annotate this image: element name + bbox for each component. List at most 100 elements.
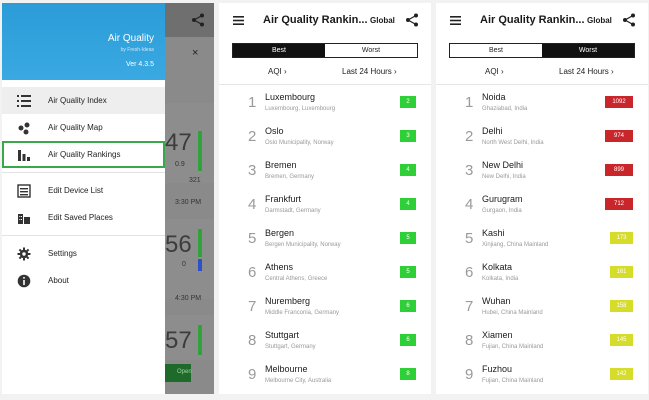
metric-selector[interactable]: AQI › <box>268 67 287 76</box>
region-name: Kolkata, India <box>482 276 519 282</box>
ranking-row[interactable]: 4 Frankfurt Darmstadt, Germany 4 <box>219 189 431 223</box>
region-name: Xinjiang, China Mainland <box>482 242 549 248</box>
region-name: Middle Franconia, Germany <box>265 310 340 316</box>
ranking-row[interactable]: 1 Noida Ghaziabad, India 1092 <box>436 87 648 121</box>
share-icon[interactable] <box>622 13 636 27</box>
period-selector[interactable]: Last 24 Hours › <box>342 67 397 76</box>
best-tab[interactable]: Best <box>233 44 325 57</box>
ranking-row[interactable]: 6 Athens Central Athens, Greece 5 <box>219 257 431 291</box>
ranking-row[interactable]: 7 Wuhan Hubei, China Mainland 158 <box>436 291 648 325</box>
worst-tab[interactable]: Worst <box>325 44 417 57</box>
scope-selector[interactable]: Global <box>587 16 612 25</box>
city-name: Noida <box>482 92 506 102</box>
ranking-row[interactable]: 9 Fuzhou Fujian, China Mainland 142 <box>436 359 648 393</box>
menu-item-label: Settings <box>48 249 77 258</box>
menu-item-edit-saved-places[interactable]: Edit Saved Places <box>2 204 165 231</box>
scope-selector[interactable]: Global <box>370 16 395 25</box>
menu-item-edit-device-list[interactable]: Edit Device List <box>2 177 165 204</box>
background-level-bar <box>198 131 202 171</box>
ranking-row[interactable]: 7 Nuremberg Middle Franconia, Germany 6 <box>219 291 431 325</box>
rank-number: 3 <box>248 162 257 179</box>
map-icon <box>18 122 30 135</box>
share-icon[interactable] <box>405 13 419 27</box>
ranking-row[interactable]: 3 New Delhi New Delhi, India 899 <box>436 155 648 189</box>
menu-item-label: Edit Device List <box>48 186 104 195</box>
list-icon <box>17 95 31 107</box>
rank-number: 5 <box>248 230 257 247</box>
menu-item-settings[interactable]: Settings <box>2 240 165 267</box>
menu-item-air-quality-index[interactable]: Air Quality Index <box>2 87 165 114</box>
city-name: Kolkata <box>482 262 513 272</box>
menu-item-label: Edit Saved Places <box>48 213 113 222</box>
city-name: Athens <box>265 262 294 272</box>
ranking-row[interactable]: 4 Gurugram Gurgaon, India 712 <box>436 189 648 223</box>
rank-number: 7 <box>465 298 474 315</box>
ranking-row[interactable]: 2 Delhi North West Delhi, India 974 <box>436 121 648 155</box>
background-value: 321 <box>189 177 201 184</box>
app-version: Ver 4.3.5 <box>125 61 154 68</box>
region-name: Bergen Municipality, Norway <box>265 242 341 248</box>
region-name: Hubei, China Mainland <box>482 310 543 316</box>
app-bar: Air Quality Rankin... Global <box>219 3 431 39</box>
menu-icon[interactable] <box>233 16 244 25</box>
rank-number: 4 <box>465 196 474 213</box>
best-worst-toggle: Best Worst <box>449 43 635 58</box>
menu-icon[interactable] <box>450 16 461 25</box>
bar-chart-icon <box>18 150 30 161</box>
aqi-badge: 173 <box>610 232 633 244</box>
buildings-icon <box>18 214 30 224</box>
aqi-badge: 161 <box>610 266 633 278</box>
aqi-badge: 6 <box>400 334 416 346</box>
chevron-right-icon: › <box>284 67 287 76</box>
ranking-row[interactable]: 5 Kashi Xinjiang, China Mainland 173 <box>436 223 648 257</box>
best-worst-toggle: Best Worst <box>232 43 418 58</box>
region-name: Fujian, China Mainland <box>482 378 544 384</box>
region-name: Fujian, China Mainland <box>482 344 544 350</box>
menu-item-air-quality-rankings[interactable]: Air Quality Rankings <box>2 141 165 168</box>
menu-item-label: Air Quality Rankings <box>48 150 121 159</box>
ranking-row[interactable]: 8 Stuttgart Stuttgart, Germany 6 <box>219 325 431 359</box>
menu-divider <box>2 172 165 173</box>
ranking-row[interactable]: 6 Kolkata Kolkata, India 161 <box>436 257 648 291</box>
region-name: New Delhi, India <box>482 174 526 180</box>
background-value: 47 <box>165 129 192 156</box>
city-name: Bremen <box>265 160 297 170</box>
ranking-row[interactable]: 2 Oslo Oslo Municipality, Norway 3 <box>219 121 431 155</box>
metric-selector[interactable]: AQI › <box>485 67 504 76</box>
rank-number: 1 <box>248 94 257 111</box>
app-subtitle: by Fresh-Ideas <box>120 47 154 53</box>
menu-divider <box>2 235 165 236</box>
filter-bar: AQI › Last 24 Hours › <box>219 65 431 81</box>
city-name: Nuremberg <box>265 296 311 306</box>
city-name: Gurugram <box>482 194 523 204</box>
ranking-row[interactable]: 5 Bergen Bergen Municipality, Norway 5 <box>219 223 431 257</box>
rank-number: 2 <box>248 128 257 145</box>
ranking-row[interactable]: 9 Melbourne Melbourne City, Australia 8 <box>219 359 431 393</box>
menu-item-air-quality-map[interactable]: Air Quality Map <box>2 114 165 141</box>
background-level-bar <box>198 325 202 355</box>
ranking-row[interactable]: 8 Xiamen Fujian, China Mainland 145 <box>436 325 648 359</box>
ranking-row[interactable]: 1 Luxembourg Luxembourg, Luxembourg 2 <box>219 87 431 121</box>
rank-number: 3 <box>465 162 474 179</box>
city-name: Luxembourg <box>265 92 316 102</box>
best-tab[interactable]: Best <box>450 44 542 57</box>
period-label: Last 24 Hours <box>342 67 392 76</box>
background-value: 0.9 <box>175 161 185 168</box>
menu-item-about[interactable]: About <box>2 267 165 294</box>
aqi-badge: 142 <box>610 368 633 380</box>
region-name: Ghaziabad, India <box>482 106 528 112</box>
aqi-badge: 4 <box>400 164 416 176</box>
rank-number: 2 <box>465 128 474 145</box>
rank-number: 6 <box>465 264 474 281</box>
worst-tab[interactable]: Worst <box>542 44 634 57</box>
chevron-right-icon: › <box>611 67 614 76</box>
background-value: 56 <box>165 231 192 258</box>
period-selector[interactable]: Last 24 Hours › <box>559 67 614 76</box>
metric-label: AQI <box>268 67 282 76</box>
ranking-row[interactable]: 3 Bremen Bremen, Germany 4 <box>219 155 431 189</box>
city-name: Stuttgart <box>265 330 300 340</box>
rank-number: 6 <box>248 264 257 281</box>
ranking-list: 1 Noida Ghaziabad, India 1092 2 Delhi North W… <box>436 87 648 393</box>
aqi-badge: 8 <box>400 368 416 380</box>
info-icon <box>17 274 31 288</box>
